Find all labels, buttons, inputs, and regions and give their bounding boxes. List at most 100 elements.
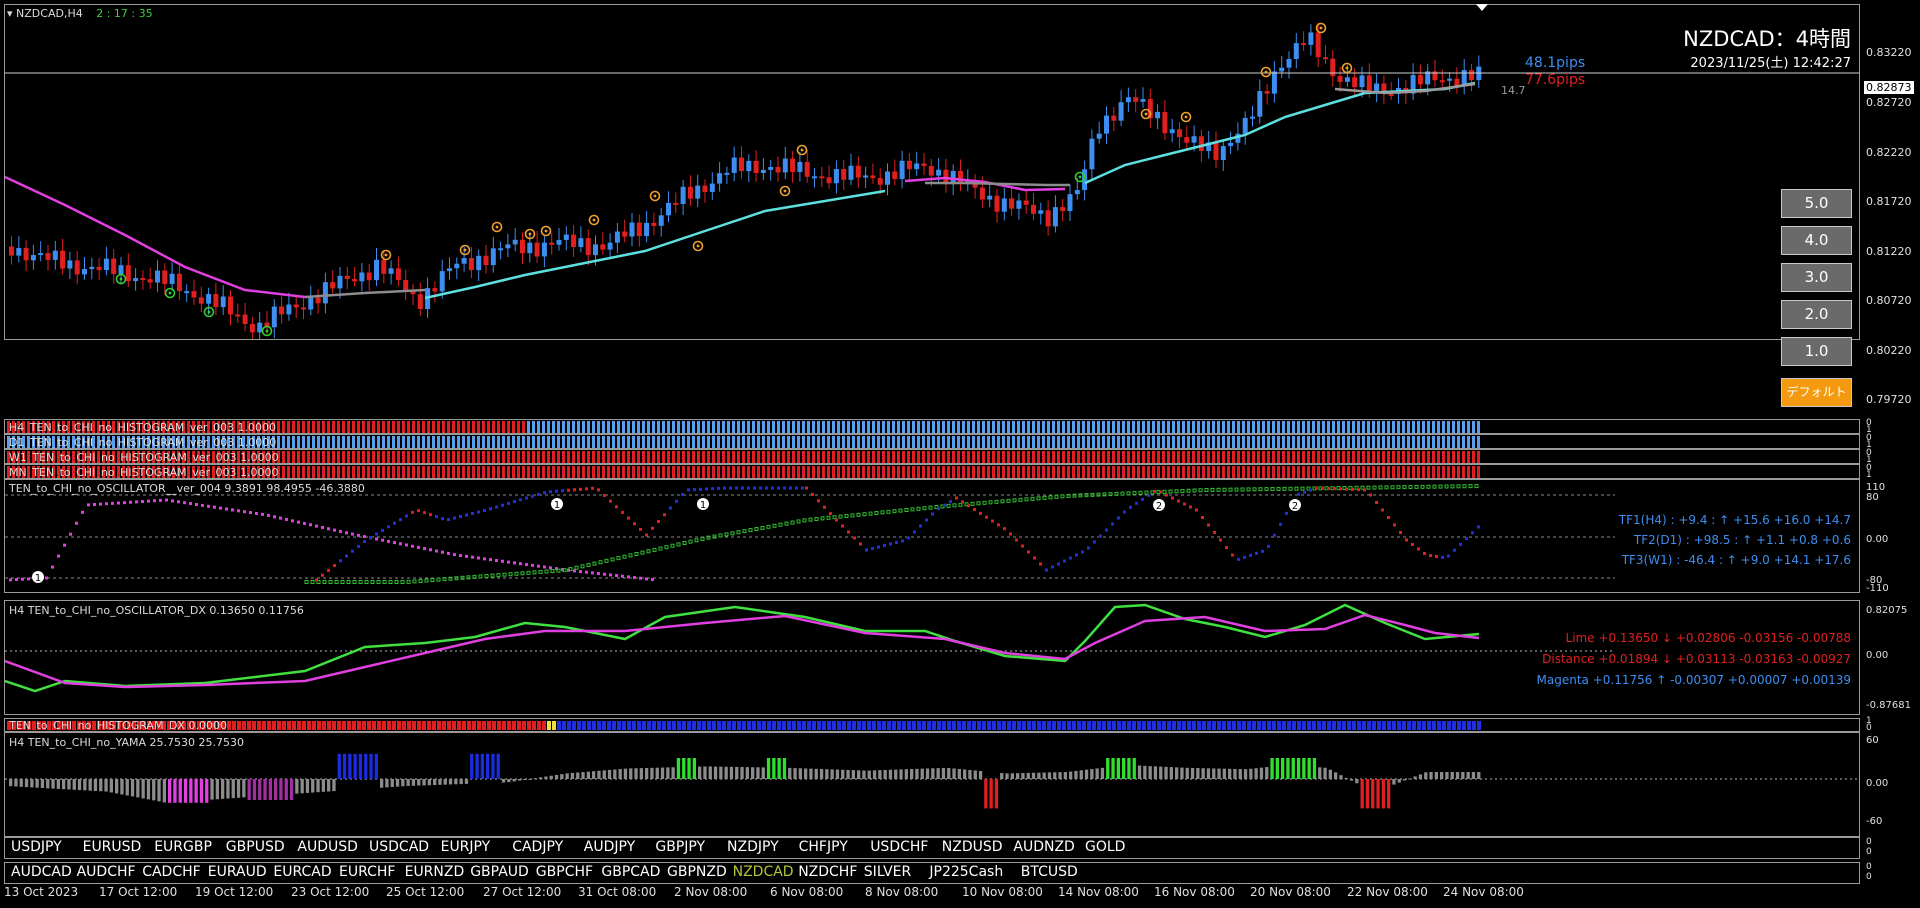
yama-bar [698,766,702,779]
histogram-bar [1317,451,1320,463]
symbol-cadjpy[interactable]: CADJPY [512,839,563,855]
magenta-point [633,576,636,580]
histogram-bar [992,436,995,448]
oscillator-point [501,503,504,507]
yama-pane[interactable]: H4 TEN_to_CHI_no_YAMA 25.7530 25.7530 [4,732,1860,837]
zoom-3-button[interactable]: 3.0 [1781,263,1852,292]
symbol-euraud[interactable]: EURAUD [208,864,267,880]
histogram-w1-pane[interactable]: W1_TEN_to_CHI_no_HISTOGRAM_ver_003 1.000… [4,449,1860,464]
histogram-bar [1462,421,1465,433]
histogram-bar [677,451,680,463]
histogram-dx-pane[interactable]: TEN_to_CHI_no_HISTOGRAM_DX 0.0000 [4,718,1860,732]
zoom-2-button[interactable]: 2.0 [1781,300,1852,329]
yama-bar [586,771,590,779]
histogram-dx-bar [832,721,836,730]
histogram-bar [987,451,990,463]
histogram-bar [1007,466,1010,478]
yama-bar [289,779,294,800]
symbol-audchf[interactable]: AUDCHF [77,864,136,880]
symbol-nzdjpy[interactable]: NZDJPY [727,839,779,855]
histogram-bar [1132,451,1135,463]
histogram-bar [1022,466,1025,478]
histogram-bar [1362,436,1365,448]
symbol-gbpcad[interactable]: GBPCAD [601,864,660,880]
histogram-bar [982,436,985,448]
symbol-gbpnzd[interactable]: GBPNZD [667,864,727,880]
zoom-4-button[interactable]: 4.0 [1781,226,1852,255]
symbol-usdchf[interactable]: USDCHF [870,839,928,855]
oscillator-point [1249,553,1252,557]
histogram-bar [1057,451,1060,463]
zoom-1-button[interactable]: 1.0 [1781,337,1852,366]
symbol-audusd[interactable]: AUDUSD [297,839,358,855]
green-point [952,503,957,508]
histogram-bar [517,466,520,478]
magenta-point [231,508,234,512]
symbol-audjpy[interactable]: AUDJPY [584,839,635,855]
symbol-btcusd[interactable]: BTCUSD [1021,864,1078,880]
symbol-nzdusd[interactable]: NZDUSD [942,839,1003,855]
magenta-point [489,558,492,562]
symbol-gold[interactable]: GOLD [1085,839,1125,855]
symbol-eurcad[interactable]: EURCAD [273,864,331,880]
histogram-h4-pane[interactable]: H4_TEN_to_CHI_no_HISTOGRAM_ver_003 1.000… [4,419,1860,434]
symbol-eurchf[interactable]: EURCHF [339,864,395,880]
symbol-eurusd[interactable]: EURUSD [83,839,142,855]
yama-bar [199,779,204,803]
oscillator-point [1345,487,1348,491]
histogram-bar [447,466,450,478]
green-point [754,527,759,531]
histogram-bar [657,451,660,463]
symbol-eurgbp[interactable]: EURGBP [154,839,212,855]
symbol-nzdchf[interactable]: NZDCHF [798,864,857,880]
green-point [826,515,831,520]
histogram-bar [882,451,885,463]
magenta-point [147,499,150,503]
symbol-eurnzd[interactable]: EURNZD [405,864,465,880]
collapse-triangle-icon[interactable]: ▾ [7,7,13,20]
green-point [628,553,633,558]
symbol-jp225cash[interactable]: JP225Cash [929,864,1003,880]
histogram-dx-bar [932,721,936,730]
price-axis: 0.83220 0.82720 0.82220 0.81720 0.81220 … [1862,4,1920,406]
histogram-bar [1242,451,1245,463]
histogram-mn-pane[interactable]: MN_TEN_to_CHI_no_HISTOGRAM_ver_003 1.000… [4,464,1860,479]
magenta-point [51,565,54,569]
oscillator-point [567,488,570,492]
price-chart-pane[interactable]: ▾ NZDCAD,H4 2 : 17 : 35 NZDCAD：4時間 2023/… [4,4,1860,340]
oscillator-point [1333,487,1336,491]
histogram-d1-pane[interactable]: D1_TEN_to_CHI_no_HISTOGRAM_ver_003 1.000… [4,434,1860,449]
yama-bar [1175,767,1179,779]
symbol-eurjpy[interactable]: EURJPY [441,839,491,855]
yama-bar [1132,758,1136,779]
histogram-bar [972,466,975,478]
symbol-audcad[interactable]: AUDCAD [11,864,72,880]
symbol-gbpjpy[interactable]: GBPJPY [655,839,705,855]
symbol-gbpchf[interactable]: GBPCHF [536,864,593,880]
histogram-bar [732,466,735,478]
symbol-audnzd[interactable]: AUDNZD [1013,839,1074,855]
symbol-usdcad[interactable]: USDCAD [369,839,429,855]
candle-body [23,247,29,261]
symbol-nzdcad[interactable]: NZDCAD [733,864,794,880]
histogram-bar [547,451,550,463]
symbol-silver[interactable]: SILVER [864,864,911,880]
symbol-usdjpy[interactable]: USDJPY [11,839,62,855]
symbol-gbpaud[interactable]: GBPAUD [470,864,529,880]
symbol-cadchf[interactable]: CADCHF [142,864,201,880]
yama-bar [1238,769,1242,779]
zoom-5-button[interactable]: 5.0 [1781,189,1852,218]
histogram-bar [1397,436,1400,448]
histogram-bar [392,466,395,478]
default-button[interactable]: デフォルト [1781,378,1852,407]
yama-bar [438,779,442,785]
symbol-chfjpy[interactable]: CHFJPY [799,839,848,855]
histogram-bar [1417,451,1420,463]
oscillator-dx-pane[interactable]: H4 TEN_to_CHI_no_OSCILLATOR_DX 0.13650 0… [4,600,1860,715]
histogram-bar [862,436,865,448]
magenta-point [639,576,642,580]
scroll-marker-icon[interactable] [1476,4,1488,11]
histogram-bar [1347,451,1350,463]
oscillator-pane[interactable]: 11122 TEN_to_CHI_no_OSCILLATOR__ver_004 … [4,479,1860,593]
symbol-gbpusd[interactable]: GBPUSD [226,839,285,855]
